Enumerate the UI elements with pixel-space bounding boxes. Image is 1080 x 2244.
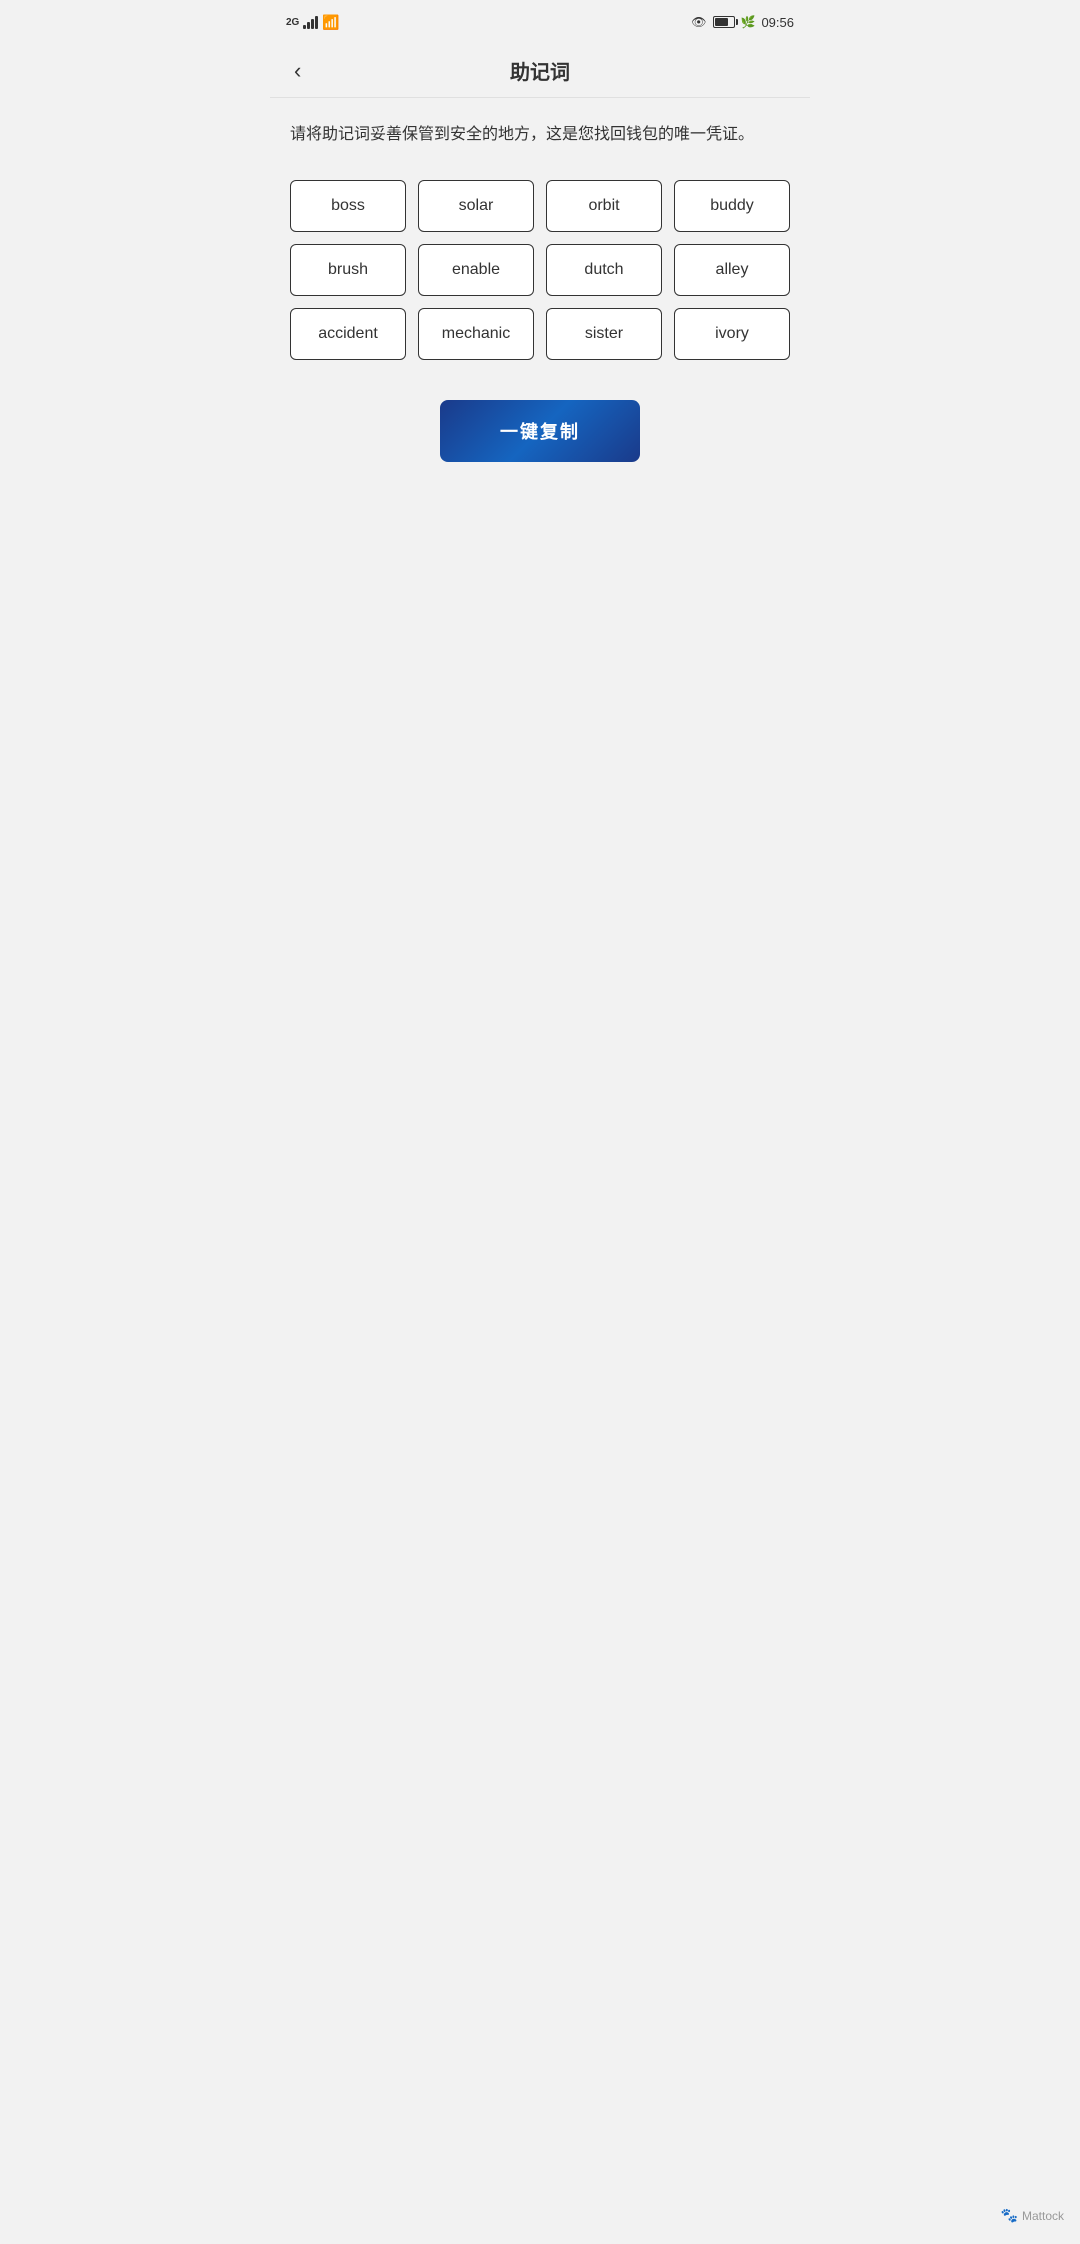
mnemonic-word-6[interactable]: enable <box>418 244 534 296</box>
mnemonic-word-4[interactable]: buddy <box>674 180 790 232</box>
signal-2g-icon: 2G <box>286 17 299 28</box>
mnemonic-word-11[interactable]: sister <box>546 308 662 360</box>
status-left: 2G 📶 <box>286 14 340 31</box>
mnemonic-word-7[interactable]: dutch <box>546 244 662 296</box>
eye-icon: 👁 <box>691 15 706 29</box>
copy-button-container: 一键复制 <box>290 400 790 462</box>
mnemonic-word-9[interactable]: accident <box>290 308 406 360</box>
back-button[interactable]: ‹ <box>286 54 309 88</box>
leaf-icon: 🌿 <box>741 15 756 29</box>
status-right: 👁 🌿 09:56 <box>691 15 794 30</box>
brand-name: Mattock <box>1022 2209 1064 2223</box>
main-content: 请将助记词妥善保管到安全的地方，这是您找回钱包的唯一凭证。 bosssolaro… <box>270 98 810 486</box>
mnemonic-word-10[interactable]: mechanic <box>418 308 534 360</box>
status-bar: 2G 📶 👁 🌿 09:56 <box>270 0 810 44</box>
mnemonic-word-3[interactable]: orbit <box>546 180 662 232</box>
description-text: 请将助记词妥善保管到安全的地方，这是您找回钱包的唯一凭证。 <box>290 122 790 148</box>
mnemonic-word-12[interactable]: ivory <box>674 308 790 360</box>
mnemonic-grid: bosssolarorbitbuddy brushenabledutchalley… <box>290 180 790 360</box>
footer-watermark: 🐾 Mattock <box>1001 2207 1064 2224</box>
copy-all-button[interactable]: 一键复制 <box>440 400 640 462</box>
page-title: 助记词 <box>510 56 570 85</box>
battery-icon <box>713 16 735 28</box>
header: ‹ 助记词 <box>270 44 810 98</box>
mnemonic-word-5[interactable]: brush <box>290 244 406 296</box>
brand-icon: 🐾 <box>1001 2207 1018 2224</box>
mnemonic-word-8[interactable]: alley <box>674 244 790 296</box>
time-display: 09:56 <box>761 15 794 30</box>
wifi-icon: 📶 <box>322 14 339 31</box>
mnemonic-word-2[interactable]: solar <box>418 180 534 232</box>
signal-strength-icon <box>303 15 318 29</box>
mnemonic-word-1[interactable]: boss <box>290 180 406 232</box>
